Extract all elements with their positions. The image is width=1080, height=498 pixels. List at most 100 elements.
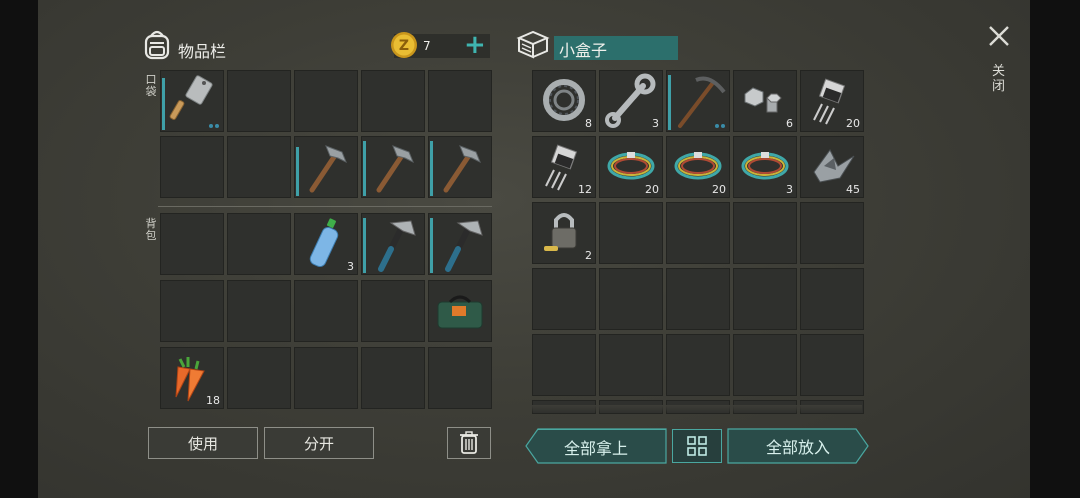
close-button[interactable]: 关闭 — [987, 24, 1013, 104]
empty-slot[interactable] — [666, 334, 730, 396]
item-quantity: 20 — [712, 183, 726, 196]
slot-wrench[interactable]: 3 — [599, 70, 663, 132]
slot-wire[interactable]: 20 — [599, 136, 663, 198]
sort-button[interactable] — [672, 429, 722, 463]
empty-slot[interactable] — [800, 334, 864, 396]
close-label: 关闭 — [992, 64, 1006, 94]
empty-slot[interactable] — [361, 347, 425, 409]
empty-slot[interactable] — [666, 202, 730, 264]
pocket-label: 口袋 — [145, 73, 157, 98]
box-icon — [516, 28, 550, 60]
durability-bar — [363, 218, 366, 273]
cleaver-icon — [169, 75, 213, 120]
durability-bar — [430, 141, 433, 196]
empty-slot[interactable] — [733, 334, 797, 396]
empty-slot[interactable] — [160, 136, 224, 198]
grid-sort-icon — [687, 436, 707, 456]
game-screen: 物品栏 Z 7 + 口袋 背包 3 18 小盒子 8 3 6 20 12 20 20 3 45 2 … — [38, 0, 1030, 498]
take-all-arrow-outline — [525, 428, 667, 464]
hatchet-icon — [378, 220, 416, 272]
slot-transistor[interactable]: 20 — [800, 70, 864, 132]
item-quantity: 6 — [786, 117, 793, 130]
slot-cleaver[interactable] — [160, 70, 224, 132]
empty-slot[interactable] — [160, 280, 224, 342]
empty-slot[interactable] — [532, 334, 596, 396]
coin-count: 7 — [423, 39, 431, 53]
slot-wire[interactable]: 20 — [666, 136, 730, 198]
quality-dots — [209, 124, 219, 128]
slot-carrots[interactable]: 18 — [160, 347, 224, 409]
hammer-icon — [443, 145, 481, 193]
slot-bearing[interactable]: 8 — [532, 70, 596, 132]
empty-slot[interactable] — [227, 213, 291, 275]
backpack-icon — [142, 28, 172, 60]
empty-slot[interactable] — [294, 280, 358, 342]
slot-hatchet[interactable] — [428, 213, 492, 275]
trash-button[interactable] — [447, 427, 491, 459]
slot-water-bottle[interactable]: 3 — [294, 213, 358, 275]
empty-slot[interactable] — [733, 268, 797, 330]
svg-text:Z: Z — [399, 38, 409, 54]
empty-slot[interactable] — [733, 202, 797, 264]
pocket-divider — [158, 206, 492, 207]
empty-slot[interactable] — [428, 70, 492, 132]
use-button[interactable]: 使用 — [148, 427, 258, 459]
empty-slot[interactable] — [800, 202, 864, 264]
quality-dots — [715, 124, 725, 128]
hatchet-icon — [445, 220, 483, 272]
slot-hammer[interactable] — [361, 136, 425, 198]
empty-slot[interactable] — [227, 70, 291, 132]
slot-scrap-metal[interactable]: 45 — [800, 136, 864, 198]
item-quantity: 45 — [846, 183, 860, 196]
item-quantity: 12 — [578, 183, 592, 196]
empty-slot[interactable] — [361, 70, 425, 132]
container-grid-bottom-fade — [530, 405, 862, 413]
empty-slot[interactable] — [294, 70, 358, 132]
slot-padlock[interactable]: 2 — [532, 202, 596, 264]
empty-slot[interactable] — [666, 268, 730, 330]
item-quantity: 20 — [846, 117, 860, 130]
add-coins-button[interactable]: + — [464, 30, 486, 60]
trash-icon — [460, 431, 478, 454]
slot-bolt-nut[interactable]: 6 — [733, 70, 797, 132]
empty-slot[interactable] — [599, 334, 663, 396]
empty-slot[interactable] — [227, 136, 291, 198]
inventory-title: 物品栏 — [178, 42, 227, 61]
close-icon — [989, 26, 1009, 46]
backpack-label: 背包 — [145, 217, 157, 242]
put-all-arrow-outline — [727, 428, 869, 464]
empty-slot[interactable] — [294, 347, 358, 409]
toolbag-icon — [437, 295, 483, 329]
item-quantity: 20 — [645, 183, 659, 196]
empty-slot[interactable] — [160, 213, 224, 275]
item-quantity: 3 — [786, 183, 793, 196]
empty-slot[interactable] — [428, 347, 492, 409]
slot-hammer[interactable] — [294, 136, 358, 198]
slot-wire[interactable]: 3 — [733, 136, 797, 198]
split-button[interactable]: 分开 — [264, 427, 374, 459]
empty-slot[interactable] — [532, 268, 596, 330]
pickaxe-icon — [678, 76, 726, 128]
container-name: 小盒子 — [559, 41, 608, 60]
empty-slot[interactable] — [599, 202, 663, 264]
empty-slot[interactable] — [800, 268, 864, 330]
durability-bar — [363, 141, 366, 196]
hammer-icon — [376, 145, 414, 193]
hammer-icon — [309, 145, 347, 193]
slot-pickaxe[interactable] — [666, 70, 730, 132]
coin-icon: Z — [390, 31, 418, 59]
item-quantity: 8 — [585, 117, 592, 130]
empty-slot[interactable] — [361, 280, 425, 342]
item-quantity: 18 — [206, 394, 220, 407]
durability-bar — [668, 75, 671, 130]
slot-transistor[interactable]: 12 — [532, 136, 596, 198]
slot-toolbag[interactable] — [428, 280, 492, 342]
slot-hammer[interactable] — [428, 136, 492, 198]
durability-bar — [430, 218, 433, 273]
durability-bar — [296, 147, 299, 196]
empty-slot[interactable] — [599, 268, 663, 330]
item-quantity: 3 — [652, 117, 659, 130]
slot-hatchet[interactable] — [361, 213, 425, 275]
empty-slot[interactable] — [227, 347, 291, 409]
empty-slot[interactable] — [227, 280, 291, 342]
